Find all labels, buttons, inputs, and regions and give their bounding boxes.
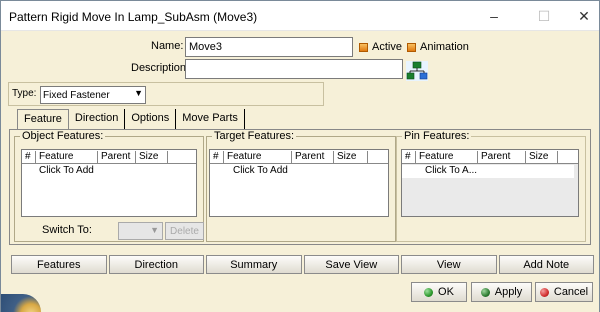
title-bar: Pattern Rigid Move In Lamp_SubAsm (Move3… xyxy=(1,1,599,31)
minimize-button[interactable]: – xyxy=(477,5,511,27)
dialog-body: Name: Move3 Active Animation Description… xyxy=(1,32,599,312)
column-header[interactable]: Parent xyxy=(478,151,526,164)
click-to-add-text: Click To Add xyxy=(233,165,288,176)
column-header[interactable]: Size xyxy=(526,151,558,164)
list-item[interactable]: Click To Add xyxy=(22,165,196,178)
list-item[interactable]: Click To Add xyxy=(210,165,388,178)
tab-move-parts[interactable]: Move Parts xyxy=(176,109,245,129)
tab-feature[interactable]: Feature xyxy=(17,109,69,129)
window-title: Pattern Rigid Move In Lamp_SubAsm (Move3… xyxy=(9,10,258,24)
active-checkbox-box xyxy=(359,42,368,52)
apply-label: Apply xyxy=(494,286,523,298)
name-label: Name: xyxy=(151,40,184,52)
tab-options[interactable]: Options xyxy=(125,109,177,129)
object-features-list[interactable]: # Feature Parent Size Click To Add xyxy=(21,149,197,217)
apply-icon xyxy=(480,287,490,297)
save-view-button[interactable]: Save View xyxy=(303,255,399,274)
delete-button[interactable]: Delete xyxy=(165,222,204,240)
animation-label: Animation xyxy=(420,41,469,53)
active-label: Active xyxy=(372,41,402,53)
column-header[interactable]: Size xyxy=(334,151,368,164)
animation-checkbox[interactable]: Animation xyxy=(407,41,469,53)
pin-features-group: Pin Features: # Feature Parent Size Clic… xyxy=(396,130,586,242)
type-group: Type: Fixed Fastener ▼ xyxy=(8,82,324,106)
pin-features-title: Pin Features: xyxy=(402,130,472,142)
ok-icon xyxy=(424,287,434,297)
tab-direction[interactable]: Direction xyxy=(69,109,126,129)
click-to-add-text: Click To Add xyxy=(39,165,94,176)
assembly-tree-icon[interactable] xyxy=(406,61,428,81)
ok-button[interactable]: OK xyxy=(411,282,467,302)
summary-button[interactable]: Summary xyxy=(206,255,302,274)
column-header[interactable]: Size xyxy=(136,151,168,164)
column-header[interactable]: Parent xyxy=(292,151,334,164)
feature-tab-panel: Object Features: # Feature Parent Size C… xyxy=(9,129,591,245)
features-button[interactable]: Features xyxy=(11,255,107,274)
column-header[interactable]: Feature xyxy=(224,151,292,164)
ok-label: OK xyxy=(438,286,454,298)
column-header[interactable]: Feature xyxy=(36,151,98,164)
active-checkbox[interactable]: Active xyxy=(359,41,402,53)
column-header[interactable]: # xyxy=(210,151,224,164)
list-header: # Feature Parent Size xyxy=(210,150,388,164)
target-features-group: Target Features: # Feature Parent Size C… xyxy=(206,130,396,242)
click-to-add-text: Click To A... xyxy=(425,165,478,176)
pin-features-list[interactable]: # Feature Parent Size Click To A... xyxy=(401,149,579,217)
list-header: # Feature Parent Size xyxy=(22,150,196,164)
list-header: # Feature Parent Size xyxy=(402,150,578,164)
target-features-title: Target Features: xyxy=(212,130,297,142)
column-header[interactable]: Parent xyxy=(98,151,136,164)
cancel-button[interactable]: Cancel xyxy=(535,282,593,302)
type-dropdown-value: Fixed Fastener xyxy=(43,90,110,101)
direction-button[interactable]: Direction xyxy=(108,255,204,274)
cancel-label: Cancel xyxy=(553,286,589,298)
chevron-down-icon: ▼ xyxy=(134,88,143,98)
apply-button[interactable]: Apply xyxy=(471,282,532,302)
dialog-window: Pattern Rigid Move In Lamp_SubAsm (Move3… xyxy=(0,0,600,312)
logo-glow-decoration xyxy=(1,294,41,312)
column-header[interactable]: # xyxy=(22,151,36,164)
object-features-title: Object Features: xyxy=(20,130,106,142)
name-field[interactable]: Move3 xyxy=(185,37,353,57)
description-field[interactable] xyxy=(185,59,403,79)
bottom-button-bar: Features Direction Summary Save View Vie… xyxy=(11,255,594,274)
target-features-list[interactable]: # Feature Parent Size Click To Add xyxy=(209,149,389,217)
description-label: Description: xyxy=(131,62,190,74)
animation-checkbox-box xyxy=(407,42,416,52)
maximize-button[interactable]: ☐ xyxy=(527,5,561,27)
cancel-icon xyxy=(539,287,549,297)
switch-to-dropdown[interactable]: ▼ xyxy=(118,222,163,240)
view-button[interactable]: View xyxy=(401,255,497,274)
tab-strip: Feature Direction Options Move Parts xyxy=(17,109,245,129)
switch-to-label: Switch To: xyxy=(42,224,92,236)
add-note-button[interactable]: Add Note xyxy=(498,255,594,274)
type-dropdown[interactable]: Fixed Fastener ▼ xyxy=(40,86,146,104)
chevron-down-icon: ▼ xyxy=(150,225,159,235)
list-item[interactable]: Click To A... xyxy=(402,165,574,178)
type-label: Type: xyxy=(12,88,37,99)
close-button[interactable]: ✕ xyxy=(567,5,600,27)
column-header[interactable]: # xyxy=(402,151,416,164)
column-header[interactable]: Feature xyxy=(416,151,478,164)
